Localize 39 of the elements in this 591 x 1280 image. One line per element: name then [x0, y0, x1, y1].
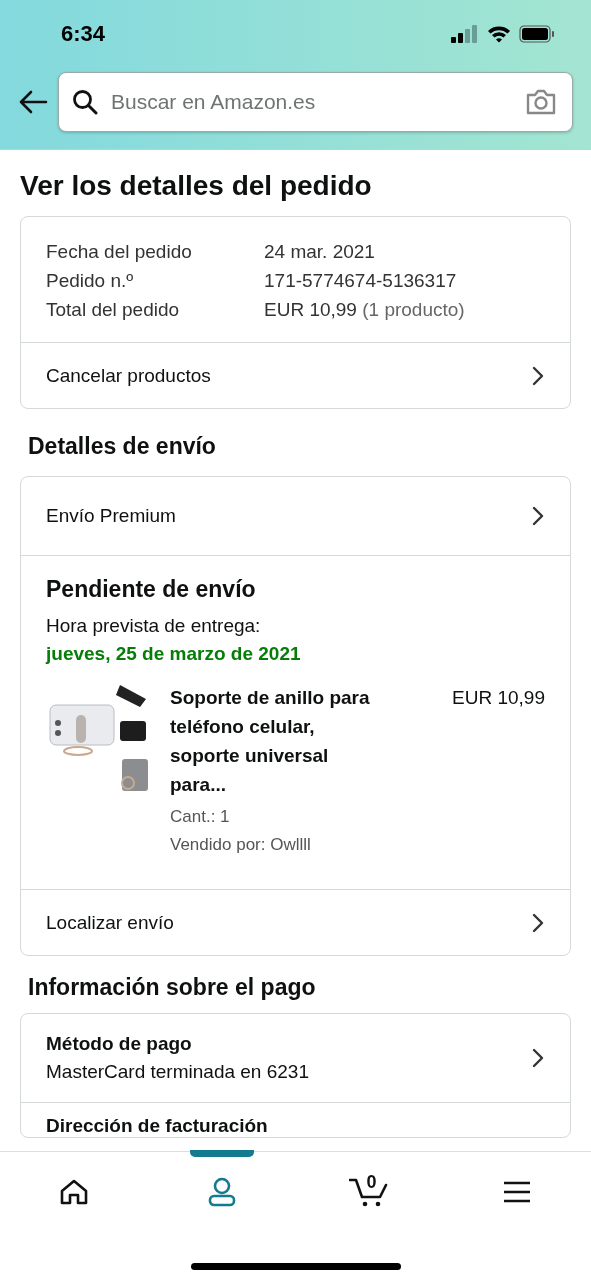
search-field[interactable]: Buscar en Amazon.es	[58, 72, 573, 132]
shipment-status: Pendiente de envío	[46, 576, 257, 603]
battery-icon	[519, 25, 555, 43]
cart-icon	[349, 1177, 390, 1207]
field-value: 171-5774674-5136317	[264, 269, 457, 293]
page-title: Ver los detalles del pedido	[20, 169, 373, 203]
field-label: Pedido n.º	[46, 269, 135, 293]
delivery-date: jueves, 25 de marzo de 2021	[46, 642, 302, 666]
shipping-method-link[interactable]: Envío Premium	[21, 477, 570, 555]
product-price: EUR 10,99	[452, 686, 545, 710]
section-heading: Detalles de envío	[27, 432, 217, 461]
billing-address-heading: Dirección de facturación	[21, 1102, 570, 1137]
seller-text: Vendido por: Owllll	[170, 834, 312, 856]
cancel-items-link[interactable]: Cancelar productos	[21, 342, 570, 408]
chevron-icon	[532, 365, 544, 386]
payment-method-link[interactable]: Método de pago MasterCard terminada en 6231	[21, 1014, 570, 1102]
chevron-icon	[532, 912, 544, 933]
product-title[interactable]: Soporte de anillo para teléfono celular, soporte universal para...	[170, 683, 382, 799]
chevron-icon	[532, 506, 544, 526]
track-package-link[interactable]: Localizar envío	[21, 889, 570, 955]
search-icon	[72, 89, 98, 115]
menu-icon	[503, 1181, 532, 1203]
person-icon	[207, 1177, 236, 1207]
quantity-text: Cant.: 1	[170, 806, 231, 828]
cart-count: 0	[366, 1172, 377, 1193]
signal-icon	[451, 25, 479, 43]
field-label: Total del pedido	[46, 298, 181, 322]
field-value: EUR 10,99 (1 producto)	[264, 298, 465, 322]
camera-icon[interactable]	[525, 89, 557, 115]
wifi-icon	[487, 25, 511, 43]
field-value: 24 mar. 2021	[264, 240, 375, 264]
home-icon	[59, 1179, 88, 1205]
cart-tab[interactable]: 0	[295, 1152, 444, 1232]
chevron-icon	[532, 1048, 544, 1068]
field-label: Fecha del pedido	[46, 240, 193, 264]
section-heading: Información sobre el pago	[27, 973, 317, 1002]
delivery-label: Hora prevista de entrega:	[46, 614, 262, 638]
back-arrow-icon	[18, 90, 48, 114]
status-time: 6:34	[61, 21, 106, 47]
